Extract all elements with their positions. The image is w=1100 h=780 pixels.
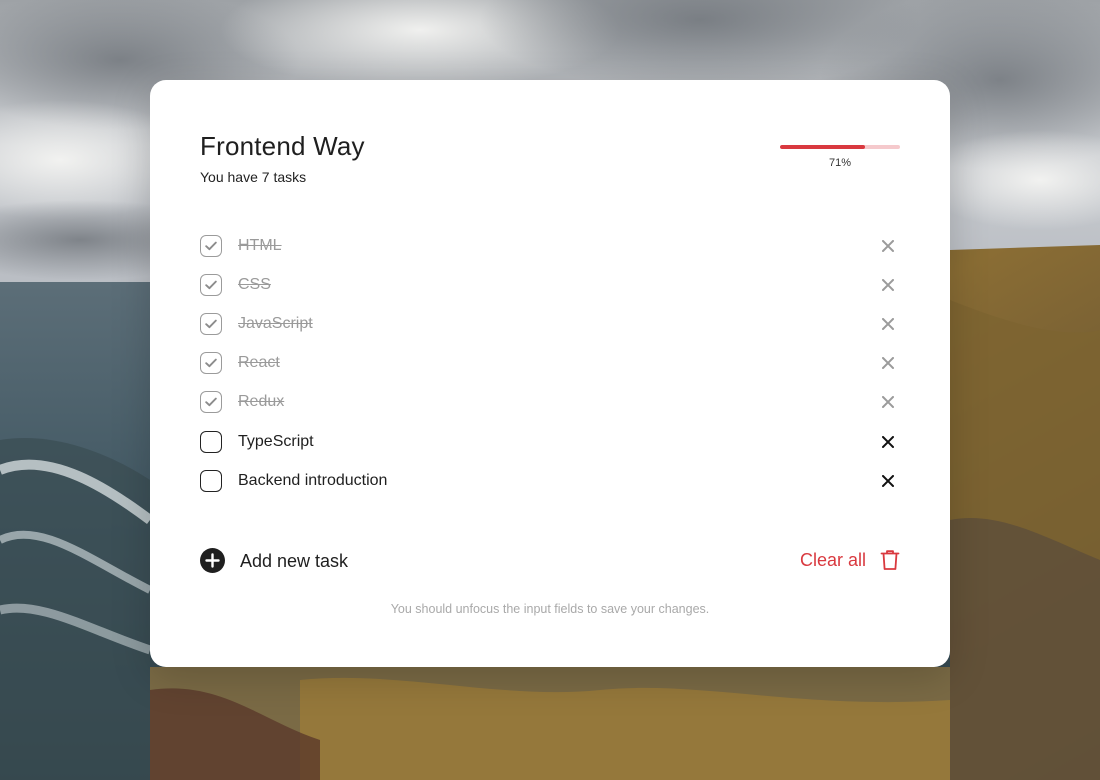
task-label[interactable]: Redux [238,392,284,412]
close-icon [882,317,894,330]
task-item: React [200,344,900,383]
task-item: Redux [200,383,900,422]
plus-circle-icon [200,548,225,573]
close-icon [882,357,894,370]
clear-all-label: Clear all [799,550,866,570]
task-label[interactable]: React [238,353,280,373]
close-icon [882,474,894,487]
task-label[interactable]: CSS [238,275,271,295]
save-hint: You should unfocus the input fields to s… [390,602,710,616]
progress-fill [780,145,866,149]
task-label[interactable]: Backend introduction [238,471,387,491]
clear-all-button[interactable]: Clear all [800,548,900,572]
progress-indicator: 71% [780,145,900,170]
progress-label: 71% [828,157,852,169]
task-item: HTML [200,226,900,265]
task-checkbox[interactable] [200,352,222,375]
page-title: Frontend Way [200,131,365,161]
remove-task-button[interactable] [876,390,900,414]
check-icon [205,358,217,368]
task-item: Backend introduction [200,461,900,500]
task-count: You have 7 tasks [200,169,307,185]
add-task-label: Add new task [240,550,349,571]
task-label[interactable]: HTML [238,236,282,256]
task-label[interactable]: JavaScript [238,314,313,334]
close-icon [882,396,894,409]
task-checkbox[interactable] [200,469,222,492]
check-icon [205,397,217,407]
remove-task-button[interactable] [876,469,900,493]
progress-track [780,145,900,149]
remove-task-button[interactable] [876,234,900,258]
trash-icon [880,550,900,570]
todo-card: Frontend Way You have 7 tasks 71% HTML CS… [150,80,950,667]
task-checkbox[interactable] [200,234,222,257]
task-item: JavaScript [200,304,900,343]
remove-task-button[interactable] [876,430,900,454]
task-checkbox[interactable] [200,273,222,296]
check-icon [205,241,217,250]
remove-task-button[interactable] [876,312,900,336]
close-icon [882,435,894,448]
check-icon [205,280,217,289]
remove-task-button[interactable] [876,351,900,375]
add-task-button[interactable]: Add new task [200,548,348,573]
task-item: CSS [200,265,900,304]
close-icon [882,239,894,252]
close-icon [882,278,894,291]
task-checkbox[interactable] [200,312,222,335]
task-list: HTML CSS JavaScript React Redux TypeScript Bac… [200,226,900,500]
task-item: TypeScript [200,422,900,461]
task-label[interactable]: TypeScript [238,432,314,452]
remove-task-button[interactable] [876,273,900,297]
task-checkbox[interactable] [200,430,222,453]
task-checkbox[interactable] [200,391,222,414]
check-icon [205,319,217,329]
